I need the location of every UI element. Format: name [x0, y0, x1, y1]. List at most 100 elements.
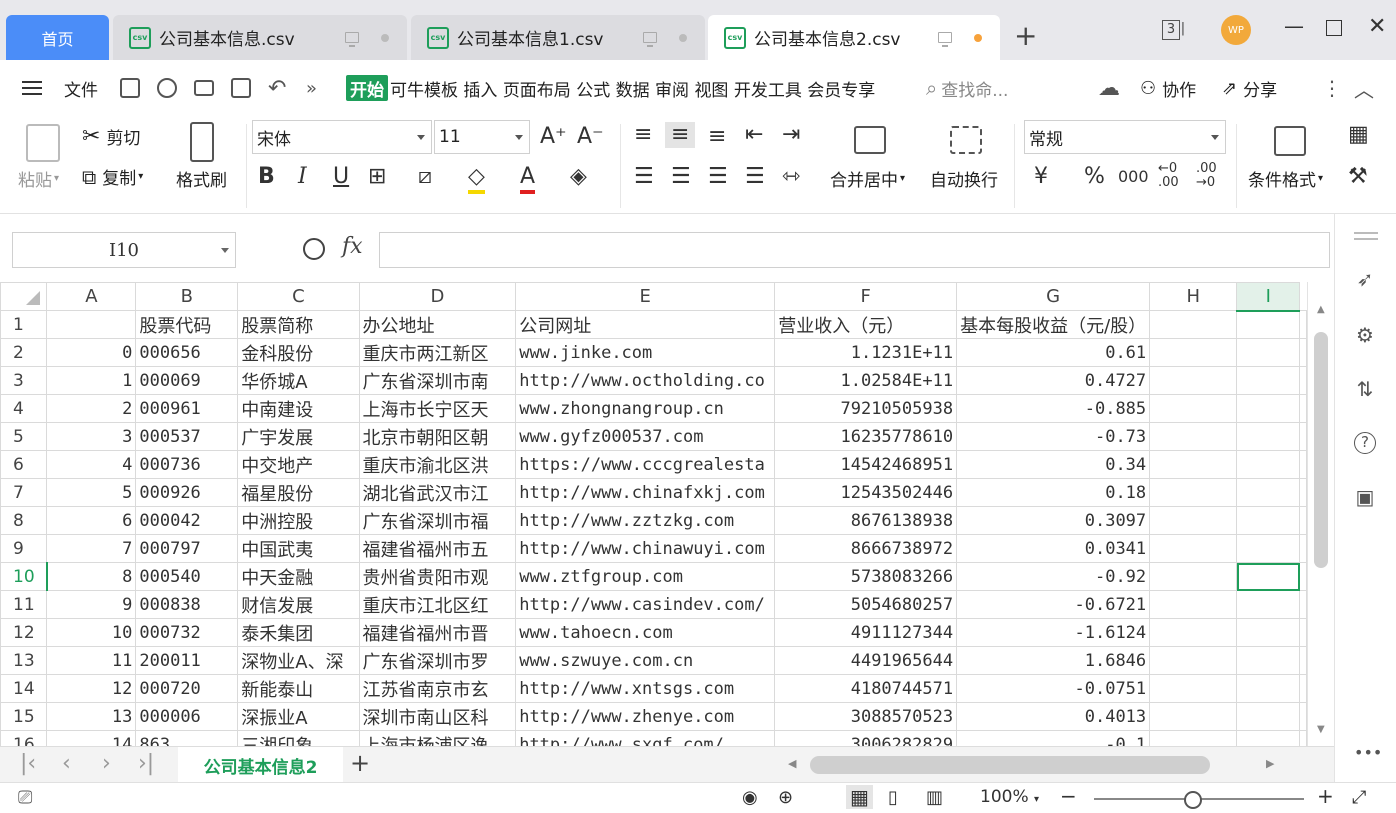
- grid-cell[interactable]: [1149, 646, 1238, 675]
- grid-cell[interactable]: [1236, 506, 1300, 535]
- decrease-decimal-icon[interactable]: .00 →0: [1196, 162, 1217, 190]
- grid-cell[interactable]: 4911127344: [774, 618, 958, 647]
- grid-cell[interactable]: [1236, 478, 1300, 507]
- row-header[interactable]: 3: [0, 366, 48, 395]
- grid-cell[interactable]: -0.1: [956, 730, 1151, 746]
- row-header[interactable]: 12: [0, 618, 48, 647]
- grid-cell[interactable]: 广东省深圳市罗: [358, 646, 517, 675]
- row-header[interactable]: 8: [0, 506, 48, 535]
- tab-developer[interactable]: 开发工具: [734, 76, 802, 101]
- grid-cell[interactable]: 深圳市南山区科: [358, 702, 517, 731]
- grid-cell[interactable]: 000736: [135, 450, 239, 479]
- column-header-selected[interactable]: I: [1236, 282, 1300, 312]
- row-header[interactable]: 5: [0, 422, 48, 451]
- grid-cell[interactable]: -0.0751: [956, 674, 1151, 703]
- horizontal-scroll-thumb[interactable]: [810, 756, 1210, 774]
- grid-cell[interactable]: 泰禾集团: [237, 618, 360, 647]
- grid-cell[interactable]: 财信发展: [237, 590, 360, 619]
- grid-cell[interactable]: -0.73: [956, 422, 1151, 451]
- grid-cell[interactable]: 12: [46, 674, 137, 703]
- grid-cell[interactable]: 5738083266: [774, 562, 958, 591]
- align-left-icon[interactable]: ☰: [634, 164, 654, 190]
- grid-cell[interactable]: 新能泰山: [237, 674, 360, 703]
- grid-cell[interactable]: 福建省福州市五: [358, 534, 517, 563]
- column-header[interactable]: G: [956, 282, 1151, 311]
- grid-cell[interactable]: [1149, 702, 1238, 731]
- grid-cell[interactable]: 广东省深圳市福: [358, 506, 517, 535]
- justify-icon[interactable]: ☰: [745, 164, 765, 190]
- grid-cell[interactable]: 000961: [135, 394, 239, 423]
- grid-cell[interactable]: 重庆市江北区红: [358, 590, 517, 619]
- grid-cell[interactable]: [1149, 618, 1238, 647]
- next-sheet-icon[interactable]: ›: [102, 751, 111, 776]
- row-header[interactable]: 2: [0, 338, 48, 367]
- grid-cell[interactable]: 广东省深圳市南: [358, 366, 517, 395]
- zoom-in-icon[interactable]: +: [1317, 784, 1334, 808]
- grid-cell[interactable]: 000042: [135, 506, 239, 535]
- grid-cell[interactable]: 000797: [135, 534, 239, 563]
- more-options-icon[interactable]: •••: [1354, 742, 1382, 764]
- grid-cell[interactable]: www.gyfz000537.com: [515, 422, 776, 451]
- grid-cell[interactable]: [1299, 338, 1307, 367]
- grid-cell[interactable]: [1299, 702, 1307, 731]
- thousands-icon[interactable]: 000: [1118, 164, 1149, 190]
- clear-format-icon[interactable]: ◈: [570, 164, 587, 190]
- italic-icon[interactable]: I: [298, 164, 307, 190]
- grid-cell[interactable]: [1299, 394, 1307, 423]
- grid-cell[interactable]: [1236, 730, 1300, 746]
- print-preview-icon[interactable]: [231, 78, 251, 98]
- cell-tools-icon[interactable]: ⚒: [1348, 164, 1368, 190]
- grid-cell[interactable]: http://www.zztzkg.com: [515, 506, 776, 535]
- paste-icon[interactable]: [26, 124, 60, 162]
- grid-cell[interactable]: 2: [46, 394, 137, 423]
- undo-icon[interactable]: ↶: [268, 60, 286, 116]
- grid-cell[interactable]: 8: [46, 562, 137, 591]
- grid-cell[interactable]: [1299, 310, 1307, 339]
- grid-cell[interactable]: [1299, 478, 1307, 507]
- file-tab-1[interactable]: csv 公司基本信息.csv: [113, 15, 407, 60]
- grid-cell[interactable]: 金科股份: [237, 338, 360, 367]
- row-header[interactable]: 7: [0, 478, 48, 507]
- tab-data[interactable]: 数据: [616, 76, 650, 101]
- grid-cell[interactable]: www.ztfgroup.com: [515, 562, 776, 591]
- column-header[interactable]: H: [1149, 282, 1238, 311]
- formula-input[interactable]: [379, 232, 1330, 268]
- grid-cell[interactable]: 0.34: [956, 450, 1151, 479]
- print-icon[interactable]: [194, 80, 214, 96]
- more-chevron-icon[interactable]: »: [306, 60, 317, 116]
- save-icon[interactable]: [120, 78, 140, 98]
- grid-cell[interactable]: http://www.chinafxkj.com: [515, 478, 776, 507]
- grid-cell[interactable]: 14: [46, 730, 137, 746]
- grid-cell[interactable]: 79210505938: [774, 394, 958, 423]
- command-search[interactable]: ⌕ 查找命...: [926, 60, 1008, 116]
- vertical-scrollbar[interactable]: ▲ ▼: [1307, 282, 1334, 746]
- grid-cell[interactable]: [1149, 422, 1238, 451]
- help-icon[interactable]: ?: [1354, 432, 1376, 454]
- grid-cell[interactable]: www.zhongnangroup.cn: [515, 394, 776, 423]
- grid-cell[interactable]: 11: [46, 646, 137, 675]
- monitor-icon[interactable]: [345, 32, 359, 47]
- grid-cell[interactable]: [1149, 730, 1238, 746]
- grid-cell[interactable]: 000838: [135, 590, 239, 619]
- grid-cell[interactable]: [46, 310, 137, 339]
- grid-cell[interactable]: 上海市长宁区天: [358, 394, 517, 423]
- grid-cell[interactable]: http://www.chinawuyi.com: [515, 534, 776, 563]
- grid-cell[interactable]: www.jinke.com: [515, 338, 776, 367]
- grid-cell[interactable]: 863: [135, 730, 239, 746]
- grid-cell[interactable]: 0.18: [956, 478, 1151, 507]
- grid-cell[interactable]: 广宇发展: [237, 422, 360, 451]
- grid-cell[interactable]: [1236, 702, 1300, 731]
- tab-page-layout[interactable]: 页面布局: [503, 76, 571, 101]
- copy-button[interactable]: ⧉ 复制 ▾: [82, 164, 143, 190]
- grid-cell[interactable]: 3006282829: [774, 730, 958, 746]
- row-header[interactable]: 14: [0, 674, 48, 703]
- select-cursor-icon[interactable]: ➶: [1354, 268, 1376, 290]
- grid-cell[interactable]: [1236, 590, 1300, 619]
- column-header[interactable]: C: [237, 282, 360, 311]
- prev-sheet-icon[interactable]: ‹: [62, 751, 71, 776]
- font-name-select[interactable]: 宋体: [252, 120, 432, 154]
- grid-cell[interactable]: [1149, 674, 1238, 703]
- indent-icon[interactable]: ⇥: [782, 122, 800, 148]
- format-painter-button[interactable]: 格式刷: [176, 166, 227, 191]
- column-header[interactable]: A: [46, 282, 137, 311]
